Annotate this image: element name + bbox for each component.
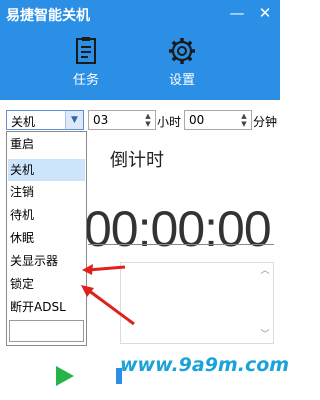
watermark: www.9a9m.com bbox=[120, 354, 290, 376]
minimize-button[interactable]: — bbox=[228, 4, 246, 22]
annotation-arrow-icon bbox=[81, 285, 135, 326]
divider bbox=[88, 244, 274, 245]
settings-button[interactable]: 设置 bbox=[152, 36, 212, 88]
minute-down-icon[interactable]: ▼ bbox=[238, 120, 250, 128]
dropdown-option-hibernate[interactable]: 休眠 bbox=[8, 227, 85, 249]
window-title: 易捷智能关机 bbox=[6, 8, 90, 24]
title-bar: 易捷智能关机 — ✕ bbox=[0, 0, 280, 28]
action-select[interactable]: 关机 ▼ bbox=[6, 110, 84, 130]
dropdown-option-restart[interactable]: 重启 bbox=[8, 133, 85, 155]
hour-value: 03 bbox=[93, 113, 109, 127]
scroll-up-icon[interactable]: ︿ bbox=[259, 265, 271, 277]
gear-icon bbox=[169, 38, 195, 64]
hour-down-icon[interactable]: ▼ bbox=[142, 120, 154, 128]
dropdown-option-standby[interactable]: 待机 bbox=[8, 204, 85, 226]
minute-value: 00 bbox=[189, 113, 205, 127]
minute-stepper[interactable]: 00 ▲ ▼ bbox=[184, 110, 252, 130]
dropdown-input-box[interactable] bbox=[9, 320, 84, 342]
minute-unit-label: 分钟 bbox=[253, 115, 278, 129]
action-dropdown-list: 重启 关机 注销 待机 休眠 关显示器 锁定 断开ADSL bbox=[6, 131, 87, 346]
dropdown-option-logoff[interactable]: 注销 bbox=[8, 181, 85, 203]
scroll-down-icon[interactable]: ﹀ bbox=[259, 329, 271, 341]
chevron-down-icon[interactable]: ▼ bbox=[65, 111, 83, 129]
dropdown-option-lock[interactable]: 锁定 bbox=[8, 273, 85, 295]
dropdown-option-disconnect-adsl[interactable]: 断开ADSL bbox=[8, 296, 85, 318]
countdown-timer: 00:00:00 bbox=[84, 201, 272, 257]
clipboard-icon bbox=[76, 37, 96, 64]
toolbar: 任务 设置 bbox=[0, 28, 280, 100]
hour-up-icon[interactable]: ▲ bbox=[142, 112, 154, 120]
dropdown-option-monitor-off[interactable]: 关显示器 bbox=[8, 250, 85, 272]
task-log-area[interactable]: ︿ ﹀ bbox=[120, 262, 274, 344]
hour-stepper[interactable]: 03 ▲ ▼ bbox=[88, 110, 156, 130]
hour-unit-label: 小时 bbox=[157, 115, 182, 129]
minute-up-icon[interactable]: ▲ bbox=[238, 112, 250, 120]
start-button[interactable] bbox=[56, 366, 74, 386]
countdown-label: 倒计时 bbox=[110, 150, 164, 171]
task-label: 任务 bbox=[72, 73, 99, 88]
settings-label: 设置 bbox=[168, 73, 195, 88]
close-button[interactable]: ✕ bbox=[256, 4, 274, 22]
dropdown-option-shutdown[interactable]: 关机 bbox=[8, 159, 85, 181]
task-button[interactable]: 任务 bbox=[56, 36, 116, 88]
action-select-value: 关机 bbox=[11, 115, 36, 129]
